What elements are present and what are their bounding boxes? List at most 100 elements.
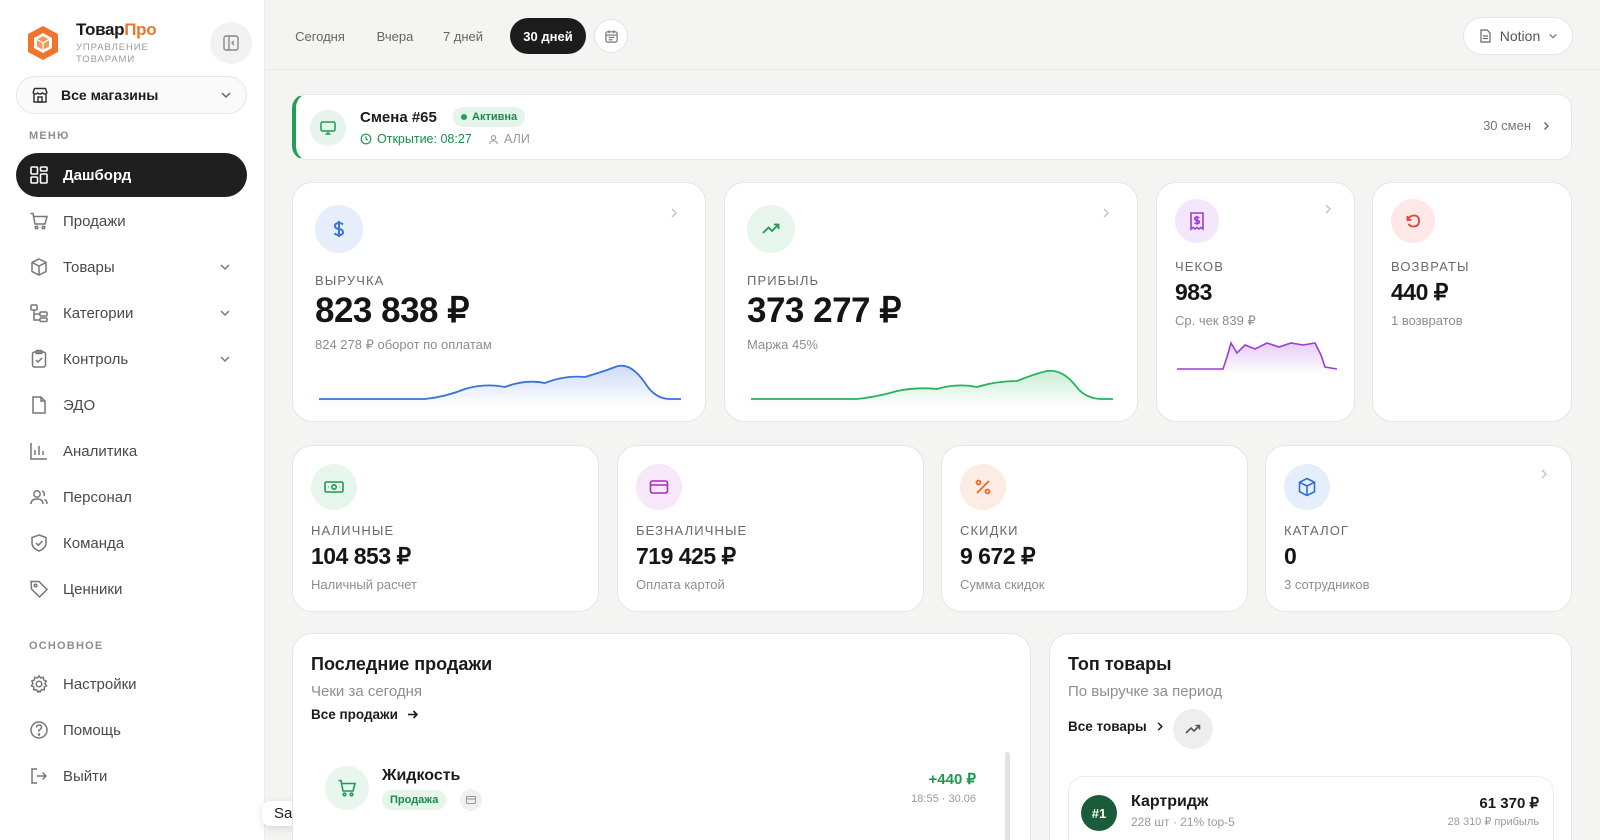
chevron-right-icon [1103,208,1109,218]
shift-card[interactable]: Смена #65 Активна Открытие: 08:27 АЛИ 30… [292,94,1572,160]
all-products-link[interactable]: Все товары [1068,719,1165,734]
dashboard-icon [30,166,48,184]
chevron-right-icon [671,208,677,218]
top-product-meta: 228 шт · 21% top-5 [1131,815,1235,829]
discounts-subtitle: Сумма скидок [960,577,1045,592]
store-select[interactable]: Все магазины [16,76,247,114]
period-7-days-button[interactable]: 7 дней [433,18,493,54]
document-icon [32,396,46,414]
revenue-card[interactable]: ВЫРУЧКА 823 838 ₽ 824 278 ₽ оборот по оп… [292,182,706,422]
chevron-down-icon [1549,33,1558,39]
sidebar-item-price-tags[interactable]: Ценники [16,567,247,611]
categories-icon [30,304,48,323]
sidebar-item-settings[interactable]: Настройки [16,662,247,706]
sidebar-item-label: Категории [63,304,134,322]
shift-user: АЛИ [488,132,530,146]
tag-icon [30,580,49,599]
chevron-down-icon [220,264,230,271]
sidebar-item-sales[interactable]: Продажи [16,199,247,243]
shifts-count-link[interactable]: 30 смен [1483,118,1551,133]
trend-toggle-button[interactable] [1173,709,1213,749]
recent-sales-title: Последние продажи [311,654,493,674]
revenue-value: 823 838 ₽ [315,291,470,330]
sale-amount: +440 ₽ [928,771,977,788]
checks-value: 983 [1175,279,1212,305]
sidebar-item-help[interactable]: Помощь [16,708,247,752]
profit-label: ПРИБЫЛЬ [747,273,820,288]
brand-subtitle: УПРАВЛЕНИЕ ТОВАРАМИ [76,42,149,65]
bar-chart-icon [30,443,47,460]
checks-subtitle: Ср. чек 839 ₽ [1175,313,1256,328]
card-payments-card[interactable]: БЕЗНАЛИЧНЫЕ 719 425 ₽ Оплата картой [617,445,924,612]
clipboard-check-icon [31,349,47,368]
shift-open-time: Открытие: 08:27 [360,132,472,146]
sidebar-item-categories[interactable]: Категории [16,291,247,335]
revenue-subtitle: 824 278 ₽ оборот по оплатам [315,337,492,352]
cash-card[interactable]: НАЛИЧНЫЕ 104 853 ₽ Наличный расчет [292,445,599,612]
percent-icon [960,464,1006,510]
shift-status-badge: Активна [453,107,526,127]
notion-button[interactable]: Notion [1463,17,1573,55]
profit-subtitle: Маржа 45% [747,337,818,352]
banknote-icon [311,464,357,510]
brand[interactable]: ТоварПро УПРАВЛЕНИЕ ТОВАРАМИ [24,20,176,66]
card-payments-value: 719 425 ₽ [636,543,736,569]
top-products-subtitle: По выручке за период [1068,683,1223,700]
logo-icon [24,24,62,62]
box-icon [1284,464,1330,510]
sidebar-item-analytics[interactable]: Аналитика [16,429,247,473]
card-payment-icon [460,789,482,811]
monitor-icon [310,110,346,146]
catalog-value: 0 [1284,543,1297,569]
returns-label: ВОЗВРАТЫ [1391,259,1470,274]
returns-subtitle: 1 возвратов [1391,313,1463,328]
sidebar-item-logout[interactable]: Выйти [16,754,247,798]
top-products-panel: Топ товары По выручке за период Все това… [1049,633,1572,840]
top-product-row[interactable]: #1 Картридж 228 шт · 21% top-5 61 370 ₽ … [1068,776,1554,840]
undo-icon [1391,199,1435,243]
sidebar-item-label: Товары [63,258,115,276]
calendar-button[interactable] [594,19,628,53]
checks-card[interactable]: ЧЕКОВ 983 Ср. чек 839 ₽ [1156,182,1355,422]
catalog-card[interactable]: КАТАЛОГ 0 3 сотрудников [1265,445,1572,612]
returns-value: 440 ₽ [1391,279,1448,305]
shield-check-icon [31,534,47,552]
catalog-subtitle: 3 сотрудников [1284,577,1370,592]
sidebar-item-label: Продажи [63,212,126,230]
calendar-icon [604,29,618,43]
sidebar-item-dashboard[interactable]: Дашборд [16,153,247,197]
returns-card[interactable]: ВОЗВРАТЫ 440 ₽ 1 возвратов [1372,182,1572,422]
chevron-down-icon [220,310,230,317]
period-today-button[interactable]: Сегодня [287,18,353,54]
sidebar-collapse-icon [223,35,239,51]
brand-name: ТоварПро [76,20,157,39]
profit-card[interactable]: ПРИБЫЛЬ 373 277 ₽ Маржа 45% [724,182,1138,422]
sidebar-item-label: Настройки [63,675,137,693]
package-icon [31,258,47,276]
all-sales-link[interactable]: Все продажи [311,707,419,722]
cart-icon [325,766,369,810]
top-product-amount: 61 370 ₽ [1479,795,1539,812]
cart-icon [30,212,48,230]
chevron-right-icon [1157,722,1163,731]
sale-item-name: Жидкость [382,767,461,784]
scrollbar[interactable] [1005,752,1010,840]
revenue-sparkline [319,364,681,407]
sidebar-item-control[interactable]: Контроль [16,337,247,381]
period-yesterday-button[interactable]: Вчера [365,18,425,54]
cash-label: НАЛИЧНЫЕ [311,523,395,538]
sidebar-item-team[interactable]: Команда [16,521,247,565]
card-payments-label: БЕЗНАЛИЧНЫЕ [636,523,748,538]
sidebar-item-staff[interactable]: Персонал [16,475,247,519]
chevron-down-icon [221,92,231,99]
discounts-card[interactable]: СКИДКИ 9 672 ₽ Сумма скидок [941,445,1248,612]
credit-card-icon [636,464,682,510]
collapse-sidebar-button[interactable] [210,22,252,64]
profit-value: 373 277 ₽ [747,291,902,330]
cash-subtitle: Наличный расчет [311,577,417,592]
clock-icon [360,133,372,145]
users-icon [30,490,48,505]
sidebar-item-products[interactable]: Товары [16,245,247,289]
period-30-days-button[interactable]: 30 дней [510,18,586,54]
sidebar-item-edo[interactable]: ЭДО [16,383,247,427]
